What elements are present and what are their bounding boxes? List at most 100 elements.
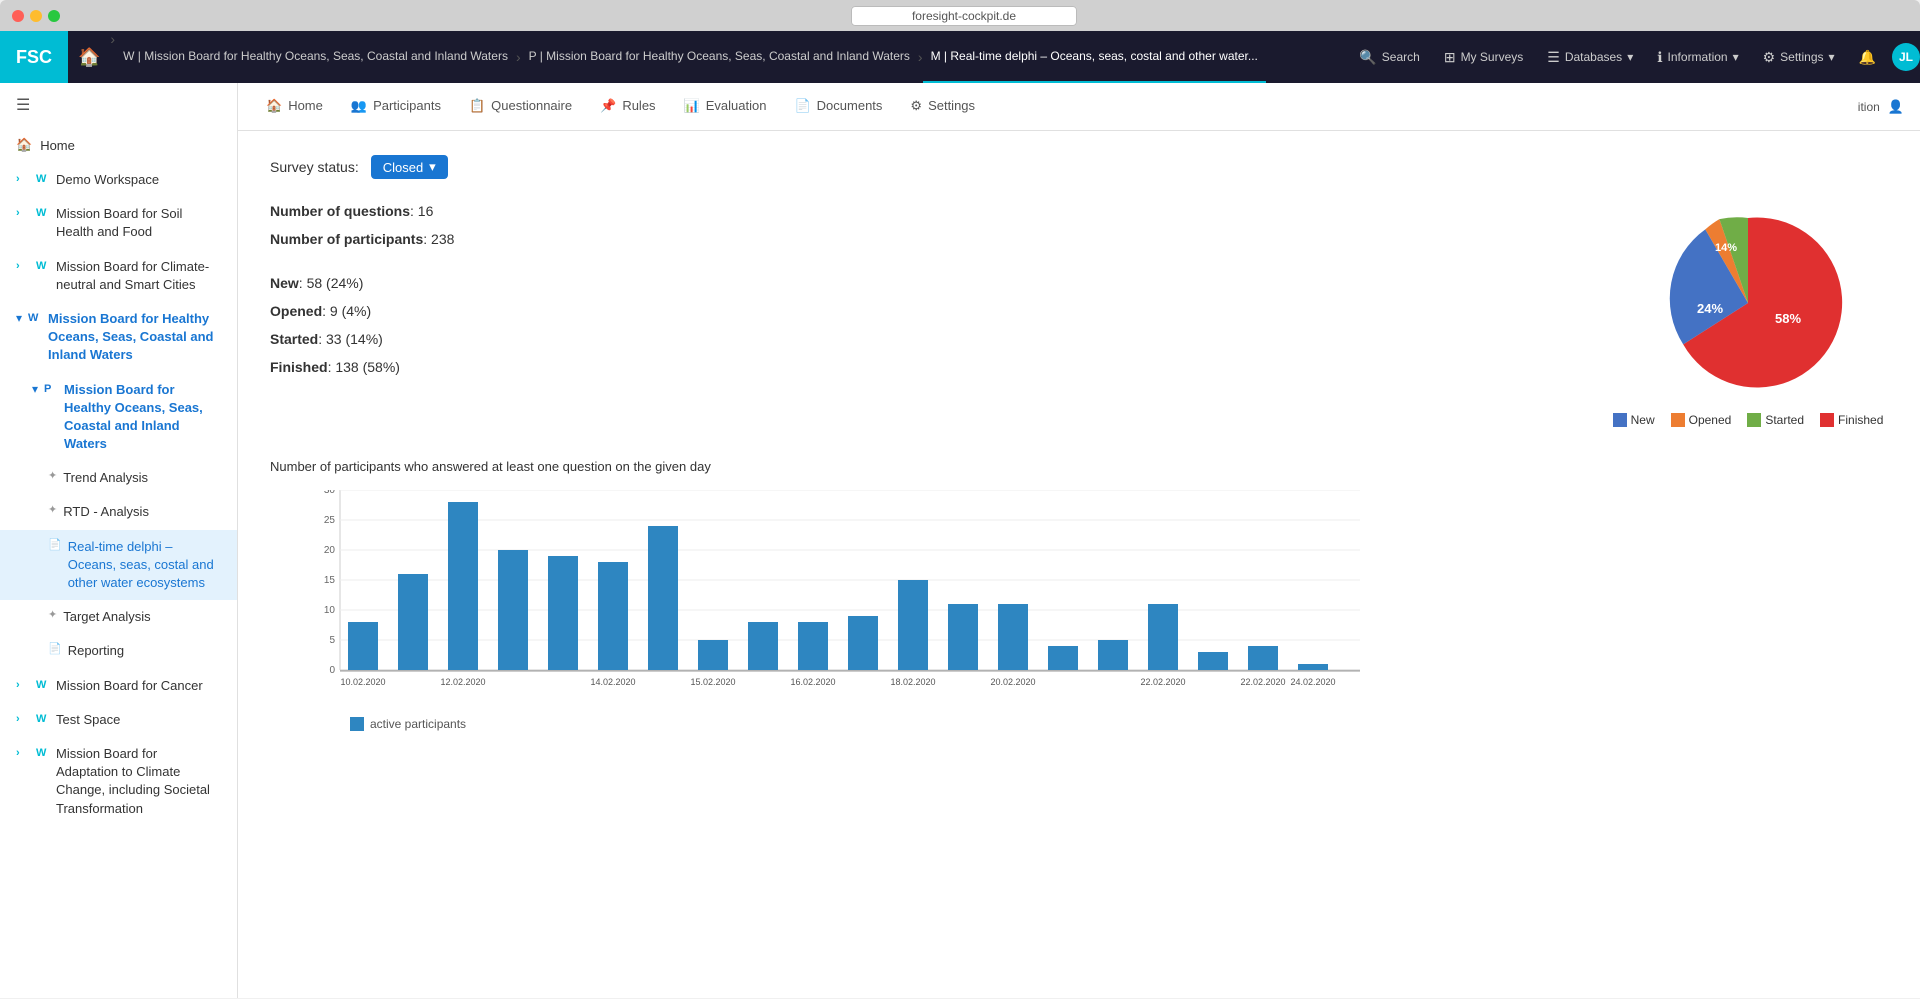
avatar[interactable]: JL — [1892, 43, 1920, 71]
stat-num-participants: Number of participants: 238 — [270, 231, 1568, 247]
breadcrumb: W | Mission Board for Healthy Oceans, Se… — [115, 31, 1347, 83]
sidebar-item-oceans-project[interactable]: ▾ P Mission Board for Healthy Oceans, Se… — [0, 373, 237, 462]
rtd-analysis-icon: ✦ — [48, 503, 57, 518]
bar-8 — [748, 622, 778, 670]
sidebar-item-climate[interactable]: › W Mission Board for Climate-neutral an… — [0, 250, 237, 302]
sidebar-item-home[interactable]: 🏠 Home — [0, 127, 237, 163]
bar-5 — [598, 562, 628, 670]
sub-navigation: 🏠 Home 👥 Participants 📋 Questionnaire 📌 … — [238, 83, 1920, 131]
workspace-badge-w: › — [16, 172, 30, 187]
svg-text:22.02.2020: 22.02.2020 — [1140, 677, 1185, 687]
svg-text:25: 25 — [324, 515, 336, 526]
svg-text:14.02.2020: 14.02.2020 — [590, 677, 635, 687]
svg-text:22.02.2020: 22.02.2020 — [1240, 677, 1285, 687]
svg-text:16.02.2020: 16.02.2020 — [790, 677, 835, 687]
stats-panel: Number of questions: 16 Number of partic… — [270, 203, 1568, 427]
bar-chart-title: Number of participants who answered at l… — [270, 459, 1888, 474]
surveys-icon: ⊞ — [1444, 49, 1456, 66]
bar-0 — [348, 622, 378, 670]
sidebar-item-realtime-delphi[interactable]: 📄 Real-time delphi – Oceans, seas, costa… — [0, 530, 237, 601]
subnav-rules[interactable]: 📌 Rules — [588, 83, 667, 130]
sidebar-item-test-space[interactable]: › W Test Space — [0, 703, 237, 737]
bar-1 — [398, 574, 428, 670]
sidebar-item-soil[interactable]: › W Mission Board for Soil Health and Fo… — [0, 197, 237, 249]
subnav-home[interactable]: 🏠 Home — [254, 83, 335, 130]
sidebar-item-target-analysis[interactable]: ✦ Target Analysis — [0, 600, 237, 634]
bell-icon: 🔔 — [1859, 49, 1876, 66]
svg-text:30: 30 — [324, 490, 336, 496]
pie-label-new: 24% — [1697, 301, 1723, 316]
pie-chart-svg: 58% 24% 14% — [1648, 203, 1848, 403]
home-subnav-icon: 🏠 — [266, 98, 282, 114]
subnav-documents[interactable]: 📄 Documents — [782, 83, 894, 130]
legend-new: New — [1613, 413, 1655, 427]
stat-opened: Opened: 9 (4%) — [270, 303, 1568, 319]
svg-text:10.02.2020: 10.02.2020 — [340, 677, 385, 687]
bar-16 — [1148, 604, 1178, 670]
sidebar-item-oceans-workspace[interactable]: ▾ W Mission Board for Healthy Oceans, Se… — [0, 302, 237, 373]
svg-text:20.02.2020: 20.02.2020 — [990, 677, 1035, 687]
stat-new: New: 58 (24%) — [270, 275, 1568, 291]
sidebar-item-reporting[interactable]: 📄 Reporting — [0, 634, 237, 668]
svg-text:10: 10 — [324, 605, 336, 616]
subnav-settings[interactable]: ⚙ Settings — [898, 83, 987, 130]
information-button[interactable]: ℹ Information ▾ — [1645, 31, 1750, 83]
sidebar-toggle[interactable]: ☰ — [0, 83, 237, 127]
breadcrumb-item-1[interactable]: P | Mission Board for Healthy Oceans, Se… — [521, 31, 918, 83]
maximize-button[interactable] — [48, 10, 60, 22]
search-button[interactable]: 🔍 Search — [1347, 31, 1431, 83]
bar-chart-container: 0 5 10 15 20 25 30 10.02.2020 — [270, 490, 1888, 771]
notifications-button[interactable]: 🔔 — [1847, 31, 1888, 83]
legend-color-finished — [1820, 413, 1834, 427]
svg-text:0: 0 — [329, 665, 335, 676]
bar-10 — [848, 616, 878, 670]
fsc-logo[interactable]: FSC — [0, 31, 68, 83]
stat-started: Started: 33 (14%) — [270, 331, 1568, 347]
bar-14 — [1048, 646, 1078, 670]
databases-button[interactable]: ☰ Databases ▾ — [1535, 31, 1645, 83]
bar-chart-svg: 0 5 10 15 20 25 30 10.02.2020 — [310, 490, 1360, 710]
survey-status-row: Survey status: Closed ▾ — [270, 155, 1888, 179]
subnav-participants[interactable]: 👥 Participants — [339, 83, 453, 130]
subnav-questionnaire[interactable]: 📋 Questionnaire — [457, 83, 584, 130]
pie-chart: 58% 24% 14% — [1648, 203, 1848, 403]
chevron-down-icon-status: ▾ — [429, 159, 436, 175]
pie-legend: New Opened Started Finished — [1613, 413, 1884, 427]
svg-text:18.02.2020: 18.02.2020 — [890, 677, 935, 687]
pie-label-finished: 58% — [1775, 311, 1801, 326]
bar-2 — [448, 502, 478, 670]
stats-chart-row: Number of questions: 16 Number of partic… — [270, 203, 1888, 427]
rules-icon: 📌 — [600, 98, 616, 114]
my-surveys-button[interactable]: ⊞ My Surveys — [1432, 31, 1535, 83]
bar-19 — [1298, 664, 1328, 670]
sidebar-item-cancer[interactable]: › W Mission Board for Cancer — [0, 669, 237, 703]
minimize-button[interactable] — [30, 10, 42, 22]
top-navigation: FSC 🏠 › W | Mission Board for Healthy Oc… — [0, 31, 1920, 83]
bar-legend-color — [350, 717, 364, 731]
bar-15 — [1098, 640, 1128, 670]
legend-color-new — [1613, 413, 1627, 427]
close-button[interactable] — [12, 10, 24, 22]
sidebar-item-adaptation[interactable]: › W Mission Board for Adaptation to Clim… — [0, 737, 237, 826]
chevron-down-icon: ▾ — [1627, 50, 1633, 64]
sidebar-item-demo-workspace[interactable]: › W Demo Workspace — [0, 163, 237, 197]
breadcrumb-item-2[interactable]: M | Real-time delphi – Oceans, seas, cos… — [923, 31, 1266, 83]
url-bar[interactable]: foresight-cockpit.de — [851, 6, 1077, 26]
sidebar-item-trend-analysis[interactable]: ✦ Trend Analysis — [0, 461, 237, 495]
legend-started: Started — [1747, 413, 1804, 427]
bar-9 — [798, 622, 828, 670]
target-icon: ✦ — [48, 608, 57, 623]
settings-button[interactable]: ⚙ Settings ▾ — [1751, 31, 1847, 83]
home-nav-button[interactable]: 🏠 — [68, 31, 110, 83]
legend-color-opened — [1671, 413, 1685, 427]
legend-opened: Opened — [1671, 413, 1732, 427]
status-badge-closed[interactable]: Closed ▾ — [371, 155, 448, 179]
main-layout: ☰ 🏠 Home › W Demo Workspace › W Mission … — [0, 83, 1920, 998]
subnav-evaluation[interactable]: 📊 Evaluation — [672, 83, 779, 130]
bar-6 — [648, 526, 678, 670]
bar-3 — [498, 550, 528, 670]
search-icon: 🔍 — [1359, 49, 1376, 66]
bar-legend-label: active participants — [370, 717, 466, 731]
sidebar-item-rtd-analysis[interactable]: ✦ RTD - Analysis — [0, 495, 237, 529]
breadcrumb-item-0[interactable]: W | Mission Board for Healthy Oceans, Se… — [115, 31, 516, 83]
